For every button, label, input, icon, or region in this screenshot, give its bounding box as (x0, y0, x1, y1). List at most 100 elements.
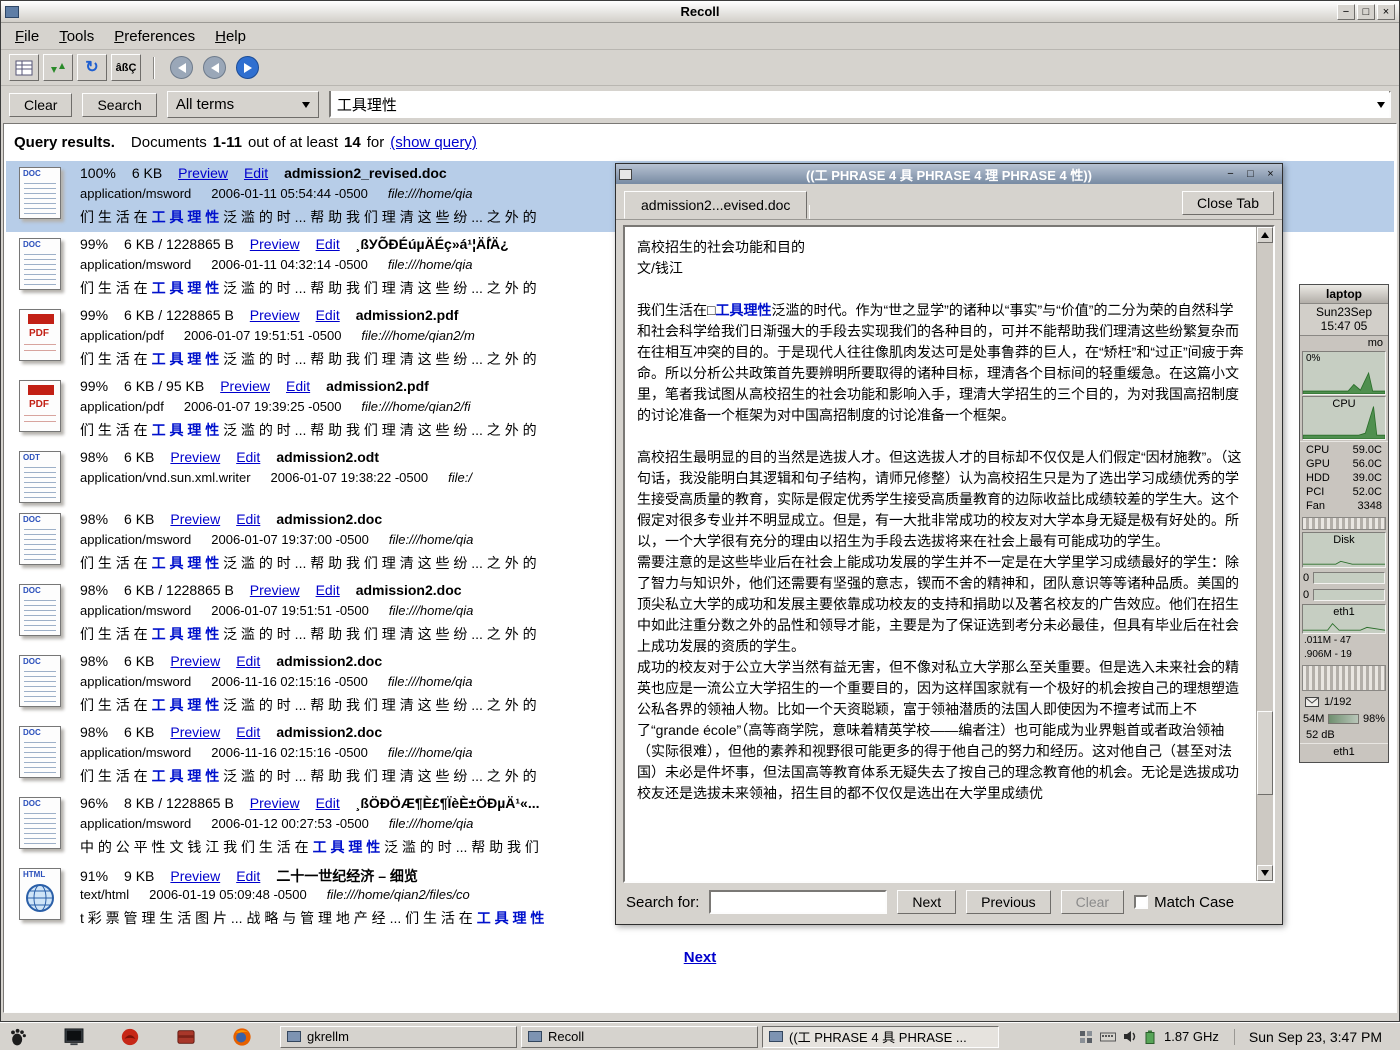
toolbar: ↻ âßÇ (1, 50, 1399, 86)
edit-link[interactable]: Edit (236, 868, 260, 884)
gkrellm-fan-label: Fan (1306, 500, 1325, 514)
result-date: 2006-01-19 05:09:48 -0500 (149, 887, 307, 908)
window-icon (769, 1031, 783, 1042)
search-mode-select[interactable]: All terms (167, 91, 319, 118)
find-next-button[interactable]: Next (897, 890, 956, 914)
menu-preferences[interactable]: Preferences (104, 24, 205, 49)
preview-text[interactable]: 高校招生的社会功能和目的 文/钱江 我们生活在□工具理性泛滥的时代。作为“世之显… (625, 227, 1256, 881)
result-url: file:///home/qian2/files/co (327, 887, 470, 908)
edit-link[interactable]: Edit (316, 307, 340, 323)
edit-link[interactable]: Edit (236, 653, 260, 669)
minimize-icon[interactable]: − (1337, 4, 1355, 20)
find-previous-button[interactable]: Previous (966, 890, 1050, 914)
tray-grid-icon[interactable] (1079, 1030, 1093, 1044)
table-view-button[interactable] (9, 54, 39, 81)
preview-link[interactable]: Preview (250, 582, 300, 598)
match-case-checkbox[interactable] (1134, 895, 1148, 909)
gkrellm-proc-label: mo (1300, 336, 1388, 350)
maximize-icon[interactable]: □ (1242, 167, 1259, 182)
show-query-link[interactable]: (show query) (390, 134, 477, 151)
minimize-icon[interactable]: − (1222, 167, 1239, 182)
taskbar-window-preview[interactable]: ((工 PHRASE 4 具 PHRASE ... (762, 1026, 999, 1048)
scroll-up-icon[interactable] (1257, 227, 1273, 243)
preview-link[interactable]: Preview (178, 165, 228, 181)
highlighted-term: 工 具 理 性 (152, 768, 220, 784)
result-title: 二十一世纪经济 – 细览 (276, 866, 418, 886)
battery-icon[interactable] (1145, 1030, 1155, 1044)
preview-link[interactable]: Preview (250, 236, 300, 252)
preview-scrollbar[interactable] (1256, 227, 1273, 881)
next-page-link[interactable]: Next (684, 949, 717, 966)
preview-link[interactable]: Preview (170, 868, 220, 884)
preview-link[interactable]: Preview (250, 795, 300, 811)
html-file-icon: HTML (19, 868, 61, 920)
search-button[interactable]: Search (82, 93, 156, 117)
back-page-button[interactable] (203, 56, 226, 79)
preview-link[interactable]: Preview (220, 378, 270, 394)
clear-button[interactable]: Clear (9, 93, 72, 117)
red-app-icon[interactable] (118, 1026, 142, 1048)
gkrellm-net-rx: .011M - 47 (1300, 635, 1388, 649)
search-input[interactable] (331, 91, 1389, 118)
doc-file-icon: DOC (19, 797, 61, 849)
back-button[interactable] (170, 56, 193, 79)
close-tab-button[interactable]: Close Tab (1182, 191, 1274, 215)
menu-help[interactable]: Help (205, 24, 256, 49)
edit-link[interactable]: Edit (236, 449, 260, 465)
term-explorer-icon: âßÇ (116, 62, 137, 74)
result-size: 9 KB (124, 868, 154, 884)
result-url: file:///home/qia (389, 532, 474, 553)
terminal-icon[interactable] (62, 1026, 86, 1048)
close-icon[interactable]: × (1262, 167, 1279, 182)
edit-link[interactable]: Edit (316, 795, 340, 811)
sort-button[interactable] (43, 54, 73, 81)
result-title: admission2.doc (276, 511, 382, 527)
preview-link[interactable]: Preview (250, 307, 300, 323)
gkrellm-net-tx: .906M - 19 (1300, 649, 1388, 663)
gkrellm-clock: Sun23Sep 15:47 05 (1300, 304, 1388, 336)
menu-file[interactable]: File (5, 24, 49, 49)
package-app-icon[interactable] (174, 1026, 198, 1048)
close-icon[interactable]: × (1377, 4, 1395, 20)
menu-tools[interactable]: Tools (49, 24, 104, 49)
preview-link[interactable]: Preview (170, 724, 220, 740)
forward-button[interactable] (236, 56, 259, 79)
result-url: file:///home/qia (389, 816, 474, 837)
edit-link[interactable]: Edit (236, 511, 260, 527)
edit-link[interactable]: Edit (244, 165, 268, 181)
preview-body: 高校招生的社会功能和目的 文/钱江 我们生活在□工具理性泛滥的时代。作为“世之显… (623, 225, 1275, 883)
gkrellm-mem-bar (1328, 714, 1359, 724)
window-title: Recoll (1, 4, 1399, 19)
taskbar-window-recoll[interactable]: Recoll (521, 1026, 758, 1048)
gkrellm-monitor: laptop Sun23Sep 15:47 05 mo 0% CPU CPU59… (1299, 284, 1389, 763)
result-size: 6 KB / 1228865 B (124, 582, 234, 598)
edit-link[interactable]: Edit (316, 582, 340, 598)
preview-link[interactable]: Preview (170, 653, 220, 669)
taskbar-window-gkrellm[interactable]: gkrellm (280, 1026, 517, 1048)
maximize-icon[interactable]: □ (1357, 4, 1375, 20)
term-explorer-button[interactable]: âßÇ (111, 54, 141, 81)
preview-link[interactable]: Preview (170, 511, 220, 527)
search-row: Clear Search All terms (1, 86, 1399, 123)
find-input[interactable] (709, 890, 887, 914)
gkrellm-volume: 52 dB (1300, 727, 1388, 743)
scroll-down-icon[interactable] (1257, 865, 1273, 881)
find-clear-button[interactable]: Clear (1061, 890, 1124, 914)
preview-tab[interactable]: admission2...evised.doc (624, 191, 807, 219)
scrollbar-thumb[interactable] (1257, 711, 1273, 795)
menu-footprint-icon[interactable] (6, 1026, 30, 1048)
volume-icon[interactable] (1123, 1030, 1138, 1043)
result-mimetype: application/msword (80, 745, 191, 766)
edit-link[interactable]: Edit (316, 236, 340, 252)
tray-keyboard-icon[interactable] (1100, 1031, 1116, 1043)
preview-link[interactable]: Preview (170, 449, 220, 465)
firefox-icon[interactable] (230, 1026, 254, 1048)
edit-link[interactable]: Edit (286, 378, 310, 394)
result-url: file:///home/qian2/fi (361, 399, 470, 420)
edit-link[interactable]: Edit (236, 724, 260, 740)
result-title: admission2.pdf (356, 307, 459, 323)
match-case-label: Match Case (1154, 894, 1234, 911)
refresh-button[interactable]: ↻ (77, 54, 107, 81)
query-history-icon[interactable] (1377, 102, 1385, 108)
gkrellm-cpu-label: CPU (1303, 398, 1385, 410)
